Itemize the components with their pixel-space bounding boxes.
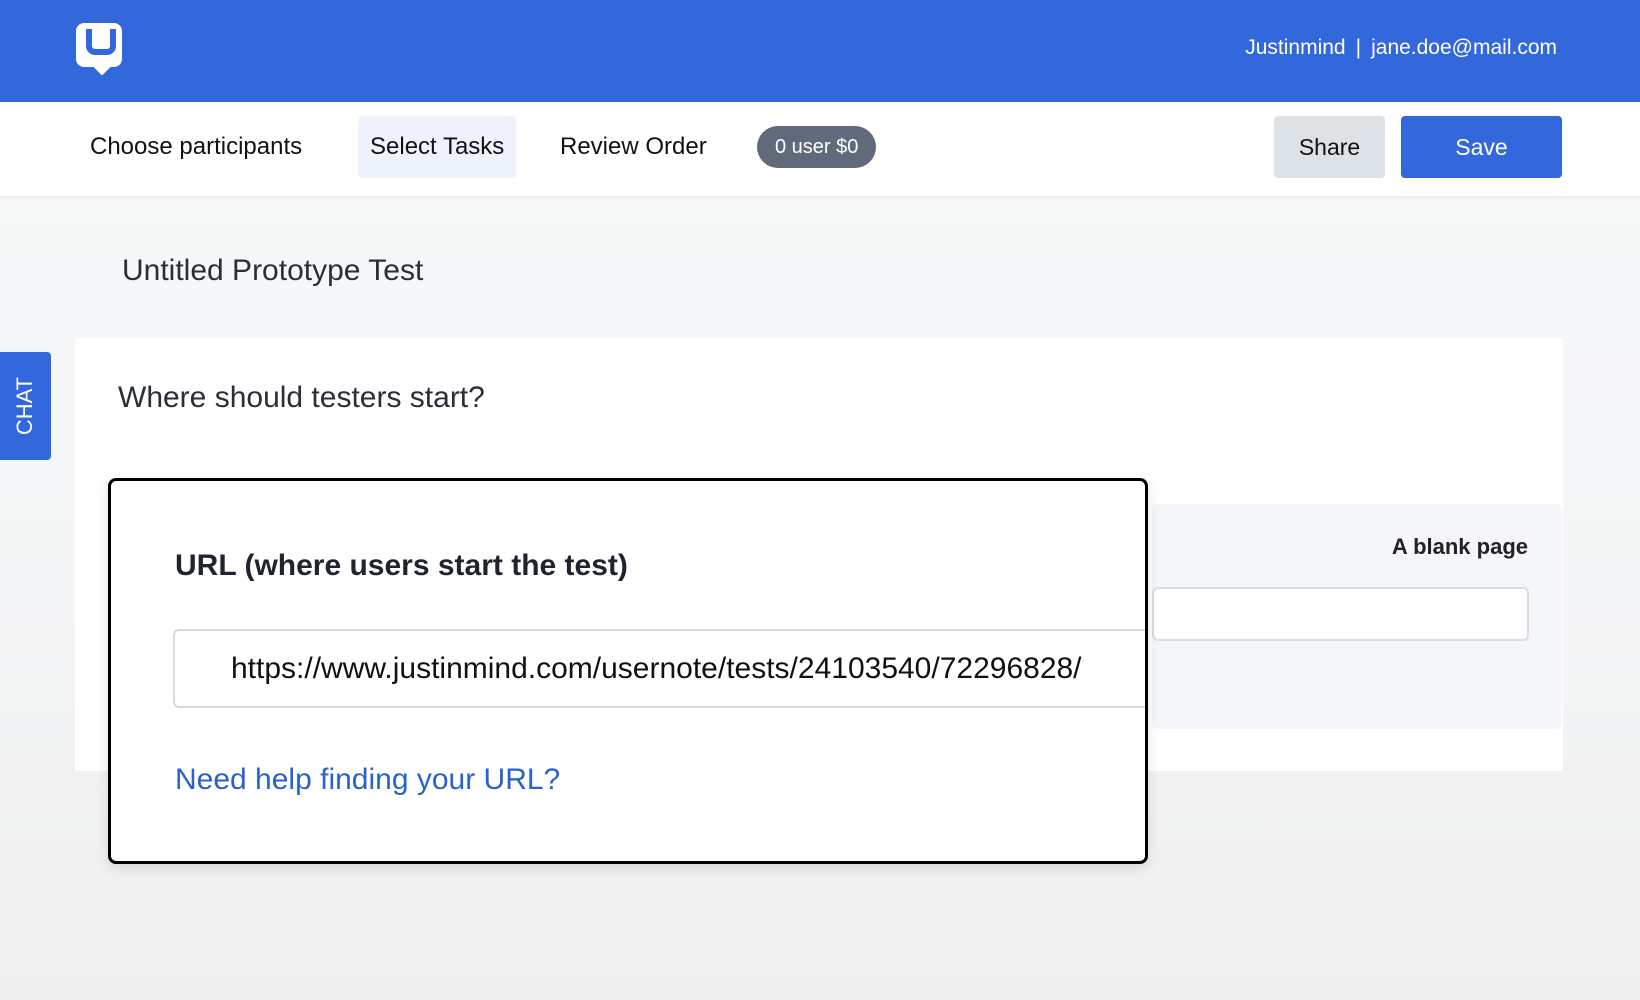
- blank-page-option-label: A blank page: [1391, 534, 1528, 559]
- save-button[interactable]: Save: [1401, 116, 1562, 178]
- tab-review-order[interactable]: Review Order: [548, 116, 719, 178]
- url-field-label: URL (where users start the test): [175, 549, 628, 582]
- page-title: Untitled Prototype Test: [122, 254, 424, 287]
- account-email[interactable]: jane.doe@mail.com: [1371, 36, 1557, 59]
- url-input[interactable]: https://www.justinmind.com/usernote/test…: [173, 629, 1145, 708]
- account-separator: |: [1355, 36, 1362, 59]
- tab-choose-participants[interactable]: Choose participants: [78, 116, 314, 178]
- chat-tab-button[interactable]: CHAT: [0, 352, 51, 460]
- blank-page-option[interactable]: A blank page: [1152, 504, 1562, 729]
- top-header: Justinmind | jane.doe@mail.com: [0, 0, 1640, 102]
- order-summary-badge: 0 user $0: [757, 126, 877, 168]
- url-popover: URL (where users start the test) https:/…: [108, 478, 1148, 864]
- url-help-link[interactable]: Need help finding your URL?: [175, 763, 560, 797]
- chat-tab-label: CHAT: [12, 376, 37, 436]
- account-name[interactable]: Justinmind: [1245, 36, 1345, 59]
- tab-select-tasks[interactable]: Select Tasks: [358, 116, 517, 178]
- share-button[interactable]: Share: [1274, 116, 1385, 178]
- app-logo-icon[interactable]: [76, 23, 122, 76]
- step-tabbar: Choose participants Select Tasks Review …: [0, 102, 1640, 196]
- start-question: Where should testers start?: [118, 381, 485, 414]
- account-info: Justinmind | jane.doe@mail.com: [1245, 36, 1557, 60]
- blank-page-input[interactable]: [1152, 587, 1529, 641]
